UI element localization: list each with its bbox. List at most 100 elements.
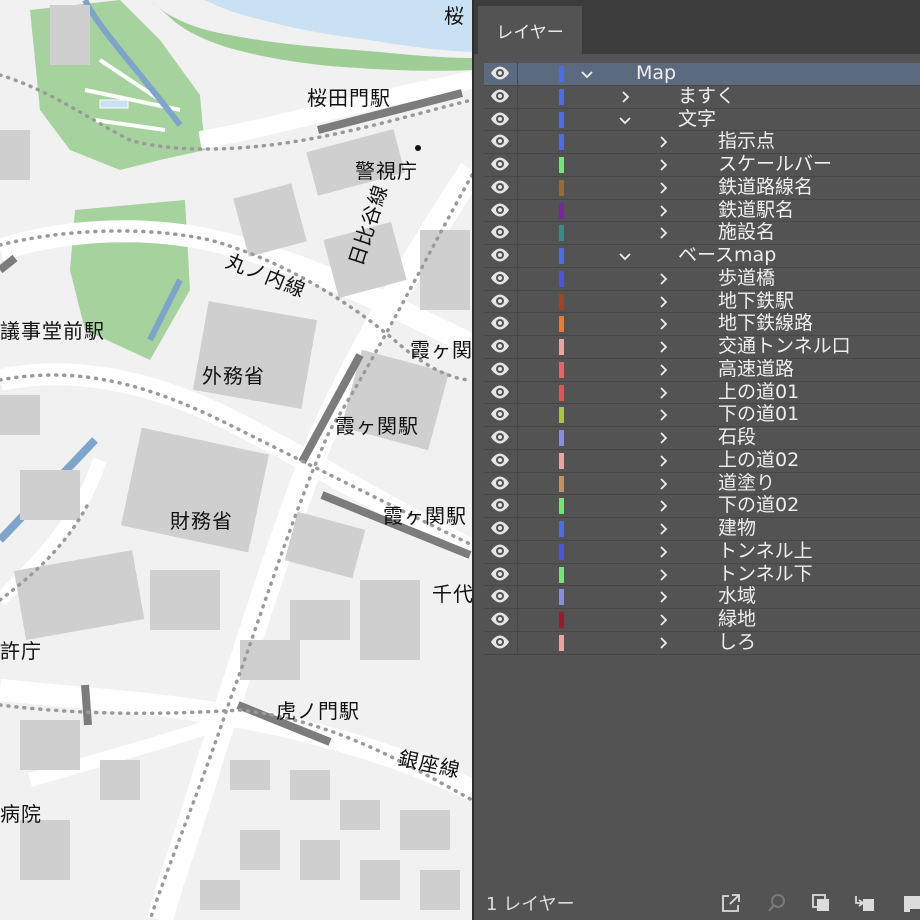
layer-name: 指示点 — [718, 130, 776, 153]
layer-row[interactable]: 鉄道駅名 — [484, 198, 920, 223]
layer-row[interactable]: 上の道01 — [484, 381, 920, 405]
visibility-column-divider — [517, 540, 518, 563]
eye-icon[interactable] — [490, 315, 510, 332]
visibility-column-divider — [517, 381, 518, 404]
eye-icon[interactable] — [490, 406, 510, 423]
layer-row[interactable]: 地下鉄駅 — [484, 290, 920, 314]
eye-icon[interactable] — [490, 634, 510, 651]
eye-icon[interactable] — [490, 133, 510, 150]
chevron-right-icon[interactable] — [656, 408, 670, 422]
layer-row[interactable]: 上の道02 — [484, 449, 920, 473]
layer-row[interactable]: 指示点 — [484, 130, 920, 154]
chevron-down-icon[interactable] — [580, 67, 594, 81]
eye-icon[interactable] — [490, 588, 510, 605]
eye-icon[interactable] — [490, 247, 510, 264]
layer-row[interactable]: 高速道路 — [484, 358, 920, 382]
chevron-right-icon[interactable] — [656, 181, 670, 195]
map-canvas[interactable]: 桜 桜田門駅 警視庁 日比谷線 丸ノ内線 議事堂前駅 外務省 霞ヶ関 霞ヶ関駅 … — [0, 0, 472, 920]
layer-color-swatch — [559, 270, 564, 287]
eye-icon[interactable] — [490, 111, 510, 128]
map-label-tokkyo: 許庁 — [0, 639, 42, 663]
chevron-right-icon[interactable] — [656, 636, 670, 650]
chevron-right-icon[interactable] — [656, 522, 670, 536]
layer-row[interactable]: しろ — [484, 630, 920, 655]
layer-row[interactable]: 下の道01 — [484, 403, 920, 427]
layer-row[interactable]: 文字 — [484, 108, 920, 132]
layer-color-swatch — [559, 316, 564, 333]
chevron-right-icon[interactable] — [618, 90, 632, 104]
eye-icon[interactable] — [490, 156, 510, 173]
eye-icon[interactable] — [490, 497, 510, 514]
move-to-layer-icon[interactable] — [854, 892, 876, 914]
layer-row[interactable]: トンネル下 — [484, 563, 920, 587]
visibility-column-divider — [517, 85, 518, 108]
chevron-right-icon[interactable] — [656, 454, 670, 468]
layer-row[interactable]: 地下鉄線路 — [484, 312, 920, 336]
layer-name: 鉄道駅名 — [718, 198, 795, 221]
chevron-right-icon[interactable] — [656, 363, 670, 377]
layer-row[interactable]: 施設名 — [484, 221, 920, 245]
chevron-right-icon[interactable] — [656, 340, 670, 354]
visibility-column-divider — [517, 427, 518, 449]
layer-row[interactable]: 石段 — [484, 426, 920, 450]
layer-row[interactable]: 鉄道路線名 — [484, 176, 920, 200]
eye-icon[interactable] — [490, 611, 510, 628]
eye-icon[interactable] — [490, 566, 510, 583]
layer-count: 1 レイヤー — [486, 894, 575, 915]
export-icon[interactable] — [720, 892, 742, 914]
eye-icon[interactable] — [490, 543, 510, 560]
layer-row[interactable]: Map — [484, 62, 920, 86]
layer-row[interactable]: 道塗り — [484, 472, 920, 496]
eye-icon[interactable] — [490, 384, 510, 401]
eye-icon[interactable] — [490, 452, 510, 469]
layer-row[interactable]: スケールバー — [484, 153, 920, 177]
layer-row[interactable]: 緑地 — [484, 608, 920, 632]
chevron-right-icon[interactable] — [656, 158, 670, 172]
eye-icon[interactable] — [490, 224, 510, 241]
chevron-right-icon[interactable] — [656, 431, 670, 445]
layer-row[interactable]: 水域 — [484, 585, 920, 609]
chevron-right-icon[interactable] — [656, 477, 670, 491]
layer-row[interactable]: 建物 — [484, 517, 920, 541]
chevron-down-icon[interactable] — [618, 113, 632, 127]
layer-name: 石段 — [718, 426, 757, 448]
layer-name: ベースmap — [678, 244, 777, 266]
chevron-down-icon[interactable] — [618, 249, 632, 263]
visibility-column-divider — [517, 449, 518, 472]
layer-row[interactable]: ベースmap — [484, 244, 920, 268]
eye-icon[interactable] — [490, 429, 510, 446]
eye-icon[interactable] — [490, 202, 510, 219]
tab-layers[interactable]: レイヤー — [478, 6, 582, 54]
layer-row[interactable]: ますく — [484, 85, 920, 109]
chevron-right-icon[interactable] — [656, 226, 670, 240]
chevron-right-icon[interactable] — [656, 135, 670, 149]
chevron-right-icon[interactable] — [656, 499, 670, 513]
eye-icon[interactable] — [490, 520, 510, 537]
layer-row[interactable]: 歩道橋 — [484, 267, 920, 291]
eye-icon[interactable] — [490, 179, 510, 196]
chevron-right-icon[interactable] — [656, 272, 670, 286]
layer-name: しろ — [718, 630, 757, 653]
layers-panel: レイヤー Map ますく 文字 指示点 スケールバー 鉄道路線名 鉄道駅名 施設名 ベースmap… — [472, 0, 920, 920]
eye-icon[interactable] — [490, 270, 510, 287]
chevron-right-icon[interactable] — [656, 317, 670, 331]
eye-icon[interactable] — [490, 88, 510, 105]
chevron-right-icon[interactable] — [656, 613, 670, 627]
chevron-right-icon[interactable] — [656, 386, 670, 400]
search-icon[interactable] — [766, 892, 788, 914]
layer-row[interactable]: 交通トンネル口 — [484, 335, 920, 359]
eye-icon[interactable] — [490, 293, 510, 310]
chevron-right-icon[interactable] — [656, 590, 670, 604]
collect-icon[interactable] — [810, 892, 832, 914]
chevron-right-icon[interactable] — [656, 295, 670, 309]
eye-icon[interactable] — [490, 475, 510, 492]
eye-icon[interactable] — [490, 65, 510, 82]
chevron-right-icon[interactable] — [656, 545, 670, 559]
eye-icon[interactable] — [490, 338, 510, 355]
layer-row[interactable]: 下の道02 — [484, 494, 920, 518]
chevron-right-icon[interactable] — [656, 204, 670, 218]
layer-row[interactable]: トンネル上 — [484, 540, 920, 564]
eye-icon[interactable] — [490, 361, 510, 378]
new-layer-icon[interactable] — [900, 892, 920, 914]
chevron-right-icon[interactable] — [656, 568, 670, 582]
